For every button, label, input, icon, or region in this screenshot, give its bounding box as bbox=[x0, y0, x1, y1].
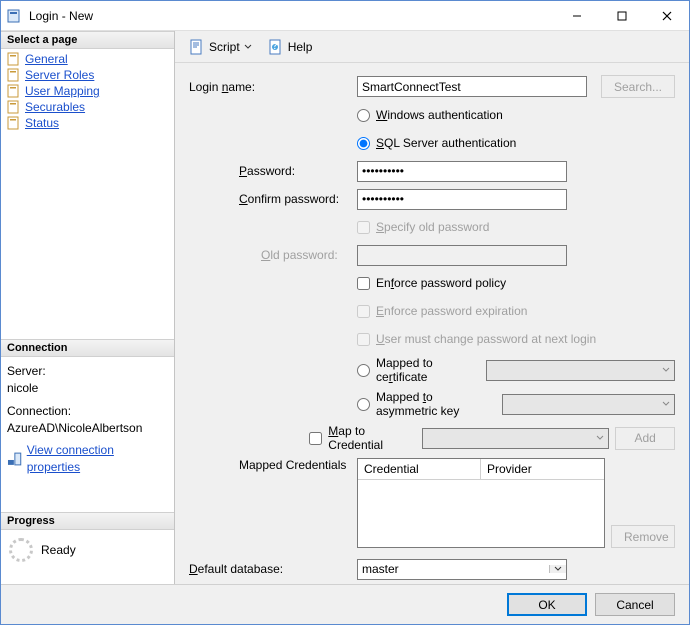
page-item-label: User Mapping bbox=[25, 84, 100, 98]
add-credential-button: Add bbox=[615, 427, 675, 450]
confirm-password-input[interactable] bbox=[357, 189, 567, 210]
view-connection-properties-link[interactable]: View connection properties bbox=[7, 442, 168, 476]
script-label: Script bbox=[209, 40, 240, 54]
mapped-asym-radio[interactable]: Mapped to asymmetric key bbox=[357, 390, 490, 418]
app-icon bbox=[7, 8, 23, 24]
spinner-icon bbox=[9, 538, 33, 562]
progress-status: Ready bbox=[41, 543, 76, 557]
page-icon bbox=[7, 84, 21, 98]
old-password-label: Old password: bbox=[189, 248, 357, 262]
page-icon bbox=[7, 116, 21, 130]
minimize-button[interactable] bbox=[554, 1, 599, 30]
help-icon: ? bbox=[268, 39, 284, 55]
default-database-combo[interactable]: master bbox=[357, 559, 567, 580]
chevron-down-icon bbox=[244, 43, 252, 51]
specify-old-password-checkbox: Specify old password bbox=[357, 220, 489, 234]
toolbar: Script ? Help bbox=[175, 31, 689, 63]
enforce-policy-checkbox[interactable]: Enforce password policy bbox=[357, 276, 506, 290]
page-list: General Server Roles User Mapping Secura… bbox=[1, 49, 174, 133]
map-credential-checkbox[interactable]: Map to Credential bbox=[309, 424, 410, 452]
page-item-securables[interactable]: Securables bbox=[5, 99, 170, 115]
form-general: Login name: Search... Windows authentica… bbox=[175, 63, 689, 584]
view-connection-properties-label: View connection properties bbox=[27, 442, 168, 476]
password-label: Password: bbox=[189, 164, 357, 178]
mapped-credentials-label: Mapped Credentials bbox=[189, 458, 357, 472]
progress-header: Progress bbox=[1, 512, 174, 530]
default-database-label: Default database: bbox=[189, 562, 357, 576]
properties-icon bbox=[7, 451, 23, 467]
maximize-button[interactable] bbox=[599, 1, 644, 30]
mapped-cert-combo bbox=[486, 360, 675, 381]
select-page-header: Select a page bbox=[1, 31, 174, 49]
page-icon bbox=[7, 100, 21, 114]
old-password-input bbox=[357, 245, 567, 266]
content: Script ? Help Login name: Sear bbox=[175, 31, 689, 584]
help-button[interactable]: ? Help bbox=[264, 37, 317, 57]
page-item-label: Server Roles bbox=[25, 68, 94, 82]
ok-button[interactable]: OK bbox=[507, 593, 587, 616]
map-credential-combo bbox=[422, 428, 609, 449]
page-item-label: General bbox=[25, 52, 68, 66]
page-item-label: Status bbox=[25, 116, 59, 130]
server-value: nicole bbox=[7, 380, 168, 397]
close-button[interactable] bbox=[644, 1, 689, 30]
progress-body: Ready bbox=[1, 530, 174, 570]
page-item-server-roles[interactable]: Server Roles bbox=[5, 67, 170, 83]
sidebar: Select a page General Server Roles User … bbox=[1, 31, 175, 584]
script-icon bbox=[189, 39, 205, 55]
remove-credential-button: Remove bbox=[611, 525, 675, 548]
page-icon bbox=[7, 68, 21, 82]
cancel-button[interactable]: Cancel bbox=[595, 593, 675, 616]
mapped-cert-radio[interactable]: Mapped to certificate bbox=[357, 356, 474, 384]
dialog-footer: OK Cancel bbox=[1, 584, 689, 624]
provider-column-header: Provider bbox=[481, 459, 604, 479]
connection-header: Connection bbox=[1, 339, 174, 357]
page-item-general[interactable]: General bbox=[5, 51, 170, 67]
connection-body: Server: nicole Connection: AzureAD\Nicol… bbox=[1, 357, 174, 482]
password-input[interactable] bbox=[357, 161, 567, 182]
mapped-asym-combo bbox=[502, 394, 675, 415]
search-button[interactable]: Search... bbox=[601, 75, 675, 98]
enforce-expiration-checkbox: Enforce password expiration bbox=[357, 304, 527, 318]
connection-label: Connection: bbox=[7, 403, 168, 420]
windows-auth-radio[interactable]: Windows authentication bbox=[357, 108, 503, 122]
confirm-password-label: Confirm password: bbox=[189, 192, 357, 206]
page-item-label: Securables bbox=[25, 100, 85, 114]
sql-auth-radio[interactable]: SQL Server authentication bbox=[357, 136, 516, 150]
help-label: Help bbox=[288, 40, 313, 54]
server-label: Server: bbox=[7, 363, 168, 380]
login-name-label: Login name: bbox=[189, 80, 357, 94]
login-name-input[interactable] bbox=[357, 76, 587, 97]
svg-text:?: ? bbox=[271, 39, 278, 52]
page-icon bbox=[7, 52, 21, 66]
page-item-status[interactable]: Status bbox=[5, 115, 170, 131]
mapped-credentials-table[interactable]: Credential Provider bbox=[357, 458, 605, 548]
connection-value: AzureAD\NicoleAlbertson bbox=[7, 420, 168, 437]
window-title: Login - New bbox=[29, 9, 554, 23]
chevron-down-icon bbox=[549, 565, 566, 573]
script-button[interactable]: Script bbox=[185, 37, 256, 57]
default-database-value: master bbox=[358, 562, 549, 576]
credential-column-header: Credential bbox=[358, 459, 481, 479]
titlebar: Login - New bbox=[1, 1, 689, 31]
page-item-user-mapping[interactable]: User Mapping bbox=[5, 83, 170, 99]
must-change-checkbox: User must change password at next login bbox=[357, 332, 596, 346]
